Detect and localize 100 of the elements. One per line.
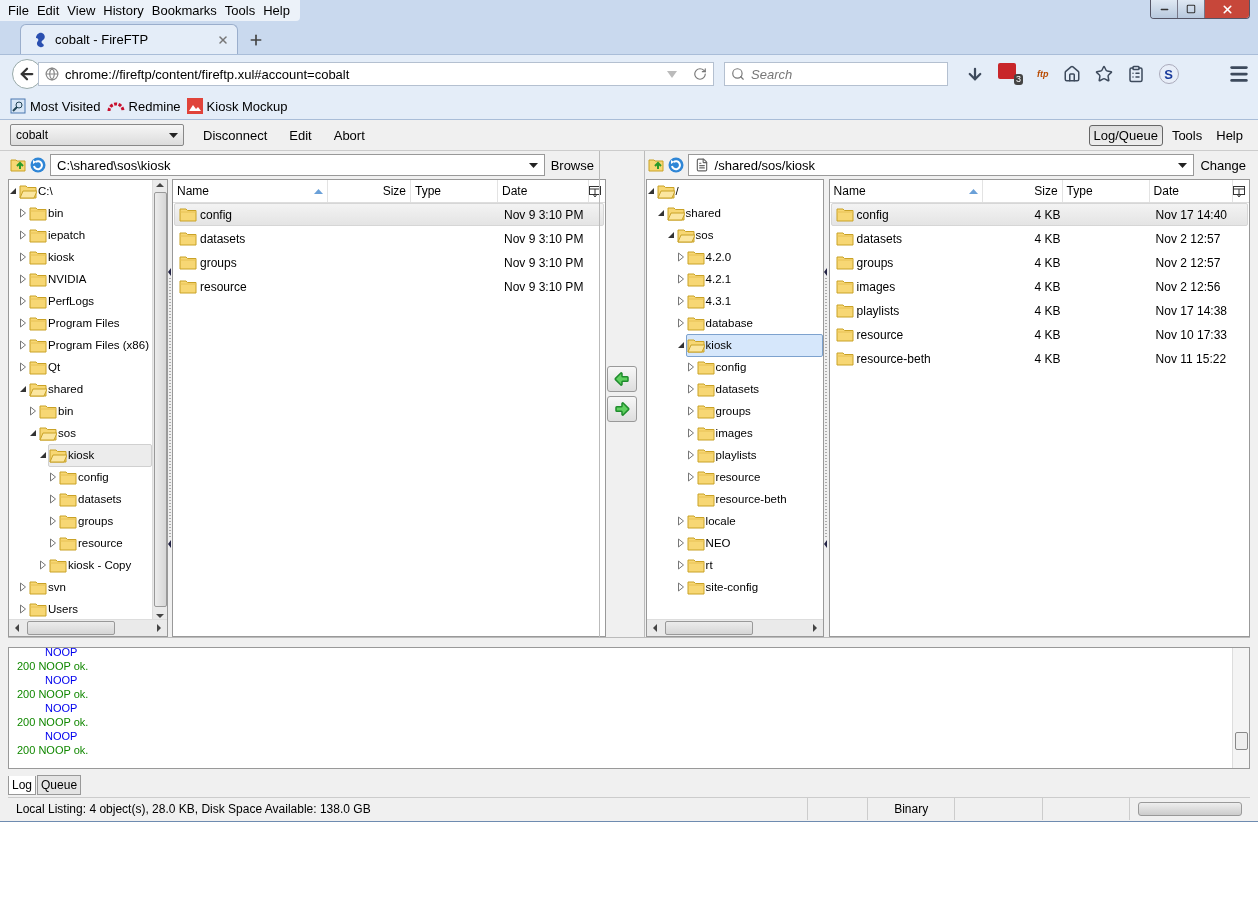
tree-item[interactable]: site-config — [685, 575, 764, 599]
column-header[interactable]: Size — [328, 180, 411, 202]
collapsed-triangle-icon[interactable] — [19, 296, 27, 306]
column-header[interactable]: Date — [498, 180, 590, 202]
toolbar-button[interactable]: Help — [1211, 124, 1248, 146]
search-field[interactable]: Search — [724, 62, 948, 86]
file-row[interactable]: groups Nov 9 3:10 PM — [174, 251, 605, 274]
tree-item[interactable]: Qt — [28, 355, 66, 379]
tree-item[interactable]: 4.2.1 — [685, 267, 737, 291]
collapsed-triangle-icon[interactable] — [49, 538, 57, 548]
scroll-right-arrow-icon[interactable] — [155, 624, 163, 632]
tree-item[interactable]: database — [685, 311, 758, 335]
account-select[interactable]: cobalt — [10, 124, 184, 146]
collapsed-triangle-icon[interactable] — [686, 384, 695, 394]
collapsed-triangle-icon[interactable] — [19, 318, 27, 328]
tree-item[interactable]: Program Files — [28, 311, 125, 335]
remote-path-field[interactable]: /shared/sos/kiosk — [687, 154, 1195, 176]
tree-item[interactable]: bin — [38, 399, 79, 423]
dropdown-arrow-icon[interactable] — [169, 132, 178, 138]
expanded-triangle-icon[interactable] — [19, 385, 27, 393]
collapsed-triangle-icon[interactable] — [49, 494, 57, 504]
browse-button[interactable]: Browse — [548, 157, 596, 173]
collapsed-triangle-icon[interactable] — [49, 516, 57, 526]
tree-item[interactable]: Users — [28, 597, 84, 619]
column-header[interactable]: Type — [411, 180, 498, 202]
scroll-right-arrow-icon[interactable] — [810, 624, 819, 632]
menu-icon[interactable] — [1228, 63, 1250, 85]
collapsed-triangle-icon[interactable] — [19, 582, 27, 592]
download-button[interactable] — [606, 396, 637, 422]
file-row[interactable]: playlists 4 KB Nov 17 14:38 — [830, 299, 1248, 322]
tree-item[interactable]: / — [655, 180, 684, 203]
menu-item[interactable]: Help — [259, 3, 294, 18]
column-header[interactable]: Size — [982, 180, 1063, 202]
panel-tab[interactable]: Log — [8, 776, 37, 795]
refresh-icon[interactable] — [30, 157, 46, 173]
file-row[interactable]: images 4 KB Nov 2 12:56 — [830, 275, 1248, 298]
s-logo[interactable]: S — [1158, 64, 1179, 84]
address-field[interactable]: chrome://fireftp/content/fireftp.xul#account=cobalt — [38, 62, 714, 86]
tree-item[interactable]: shared — [28, 377, 89, 401]
local-path-field[interactable]: C:\shared\sos\kiosk — [50, 154, 545, 176]
tree-item[interactable]: NEO — [685, 531, 736, 555]
collapsed-triangle-icon[interactable] — [19, 252, 27, 262]
tree-item[interactable]: config — [695, 355, 752, 379]
tree-item[interactable]: iepatch — [28, 223, 91, 247]
menu-item[interactable]: File — [4, 3, 33, 18]
tree-item[interactable]: shared — [665, 201, 726, 225]
menu-item[interactable]: Edit — [32, 3, 64, 18]
collapsed-triangle-icon[interactable] — [676, 274, 685, 284]
collapsed-triangle-icon[interactable] — [676, 296, 685, 306]
bookmark-link[interactable]: Redmine — [106, 98, 181, 114]
collapsed-triangle-icon[interactable] — [19, 274, 27, 284]
tree-item[interactable]: Program Files (x86) — [28, 333, 152, 357]
collapsed-triangle-icon[interactable] — [686, 362, 695, 372]
tree-item[interactable]: resource-beth — [695, 487, 792, 511]
collapsed-triangle-icon[interactable] — [686, 406, 695, 416]
toolbar-button[interactable]: Abort — [328, 124, 370, 146]
ftp-logo[interactable]: ftp — [1037, 69, 1049, 79]
bookmark-link[interactable]: Kiosk Mockup — [186, 98, 288, 114]
file-row[interactable]: config 4 KB Nov 17 14:40 — [830, 203, 1248, 226]
bookmark-link[interactable]: Most Visited — [10, 98, 101, 114]
file-row[interactable]: config Nov 9 3:10 PM — [174, 203, 605, 226]
file-row[interactable]: resource-beth 4 KB Nov 11 15:22 — [830, 347, 1248, 370]
menu-item[interactable]: Tools — [220, 3, 260, 18]
expanded-triangle-icon[interactable] — [656, 209, 665, 217]
collapsed-triangle-icon[interactable] — [676, 252, 685, 262]
scroll-left-arrow-icon[interactable] — [13, 624, 21, 632]
tree-item[interactable]: playlists — [695, 443, 762, 467]
menu-item[interactable]: Bookmarks — [147, 3, 221, 18]
collapsed-triangle-icon[interactable] — [19, 230, 27, 240]
tree-item[interactable]: NVIDIA — [28, 267, 92, 291]
column-header[interactable]: Date — [1149, 180, 1233, 202]
menu-item[interactable]: History — [99, 3, 148, 18]
home-icon[interactable] — [1062, 65, 1081, 83]
horizontal-scrollbar[interactable] — [9, 619, 167, 636]
scroll-down-arrow-icon[interactable] — [156, 611, 164, 619]
tree-item[interactable]: resource — [58, 531, 128, 555]
scroll-up-arrow-icon[interactable] — [156, 180, 164, 188]
tree-item[interactable]: resource — [695, 465, 766, 489]
tree-item[interactable]: sos — [675, 223, 719, 247]
collapsed-triangle-icon[interactable] — [686, 472, 695, 482]
expanded-triangle-icon[interactable] — [39, 451, 47, 459]
tree-item[interactable]: kiosk - Copy — [48, 553, 137, 577]
collapsed-triangle-icon[interactable] — [676, 516, 685, 526]
column-picker-icon[interactable] — [589, 185, 602, 197]
refresh-icon[interactable] — [667, 157, 684, 173]
tree-item[interactable]: config — [58, 465, 114, 489]
collapsed-triangle-icon[interactable] — [686, 450, 695, 460]
splitter-grip-icon[interactable] — [168, 268, 172, 548]
folder-up-icon[interactable] — [647, 158, 664, 172]
tree-item[interactable]: PerfLogs — [28, 289, 100, 313]
close-button[interactable] — [1204, 0, 1249, 18]
expanded-triangle-icon[interactable] — [9, 187, 17, 195]
tree-item[interactable]: 4.2.0 — [685, 245, 737, 269]
horizontal-scrollbar[interactable] — [646, 619, 823, 636]
file-row[interactable]: groups 4 KB Nov 2 12:57 — [830, 251, 1248, 274]
column-header[interactable]: Type — [1062, 180, 1150, 202]
file-row[interactable]: datasets Nov 9 3:10 PM — [174, 227, 605, 250]
clipboard-icon[interactable] — [1126, 65, 1145, 83]
tree-item[interactable]: datasets — [58, 487, 127, 511]
collapsed-triangle-icon[interactable] — [19, 340, 27, 350]
